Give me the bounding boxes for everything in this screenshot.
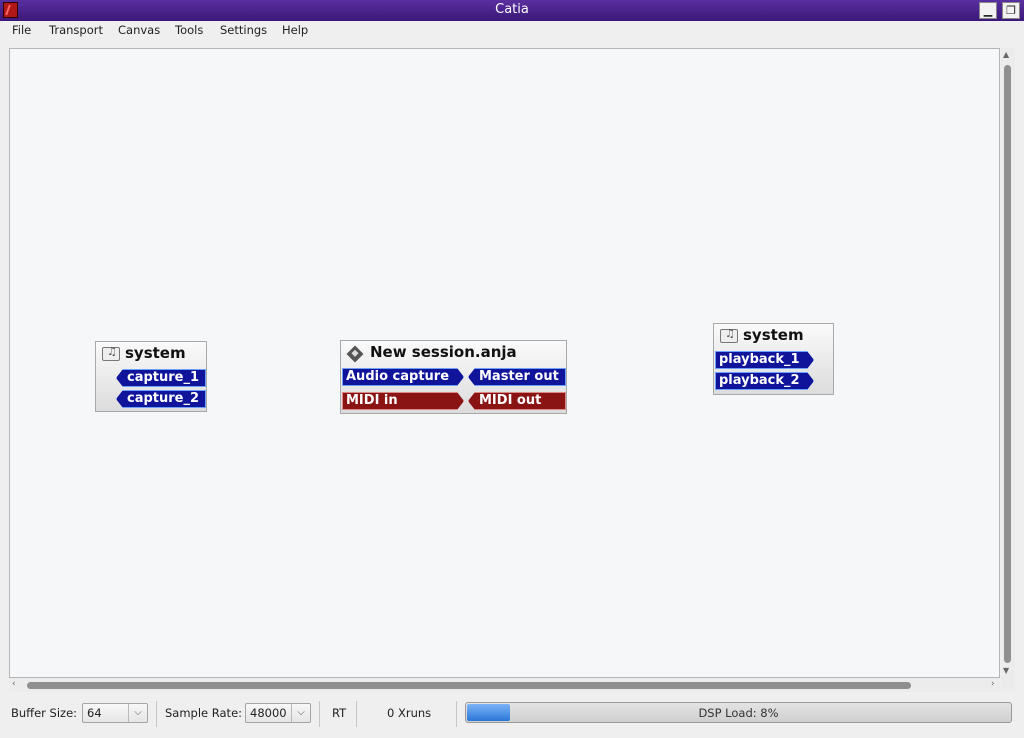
title-bar: Catia ▁ ❐	[0, 0, 1024, 21]
node-system-playback[interactable]: system playback_1 playback_2	[713, 323, 834, 395]
patchbay-canvas[interactable]: system capture_1 capture_2 New session.a…	[9, 48, 1000, 678]
session-icon	[346, 345, 364, 363]
menu-transport[interactable]: Transport	[49, 23, 103, 37]
realtime-indicator: RT	[332, 706, 347, 720]
vertical-scrollbar[interactable]: ▲ ▼	[1001, 48, 1015, 678]
maximize-button[interactable]: ❐	[1002, 2, 1020, 19]
node-system-capture[interactable]: system capture_1 capture_2	[95, 341, 207, 412]
sample-rate-select[interactable]: 48000 ⌵	[245, 703, 311, 723]
node-title: system	[125, 344, 186, 362]
chevron-down-icon[interactable]: ⌵	[291, 704, 310, 722]
node-title: system	[743, 326, 804, 344]
port-midi-out[interactable]: MIDI out	[468, 392, 566, 410]
menu-bar: File Transport Canvas Tools Settings Hel…	[0, 21, 1024, 42]
separator	[456, 701, 457, 727]
node-new-session[interactable]: New session.anja Audio capture Master ou…	[340, 340, 567, 414]
port-playback-2[interactable]: playback_2	[715, 372, 814, 390]
audio-device-icon	[720, 327, 738, 343]
menu-tools[interactable]: Tools	[175, 23, 203, 37]
scroll-corner	[1001, 678, 1015, 692]
menu-help[interactable]: Help	[282, 23, 308, 37]
buffer-size-value: 64	[87, 706, 102, 720]
window-title: Catia	[495, 2, 529, 17]
sample-rate-label: Sample Rate:	[165, 706, 243, 720]
port-playback-1[interactable]: playback_1	[715, 351, 814, 369]
buffer-size-select[interactable]: 64 ⌵	[82, 703, 148, 723]
horizontal-scrollbar[interactable]: ‹ ›	[9, 678, 1000, 692]
menu-settings[interactable]: Settings	[220, 23, 267, 37]
dsp-load-text: DSP Load: 8%	[698, 706, 779, 720]
menu-file[interactable]: File	[12, 23, 31, 37]
port-audio-capture[interactable]: Audio capture	[342, 368, 464, 386]
port-capture-1[interactable]: capture_1	[116, 369, 206, 387]
separator	[319, 701, 320, 727]
scroll-down-icon[interactable]: ▼	[1003, 666, 1009, 675]
minimize-button[interactable]: ▁	[979, 2, 997, 19]
scroll-right-icon[interactable]: ›	[991, 679, 995, 689]
node-title: New session.anja	[370, 343, 517, 361]
vertical-scroll-thumb[interactable]	[1004, 65, 1011, 663]
separator	[156, 701, 157, 727]
port-capture-2[interactable]: capture_2	[116, 390, 206, 408]
separator	[356, 701, 357, 727]
menu-canvas[interactable]: Canvas	[118, 23, 160, 37]
scroll-up-icon[interactable]: ▲	[1003, 50, 1009, 59]
scroll-left-icon[interactable]: ‹	[12, 679, 16, 689]
audio-device-icon	[102, 345, 120, 361]
port-midi-in[interactable]: MIDI in	[342, 392, 464, 410]
status-bar: Buffer Size: 64 ⌵ Sample Rate: 48000 ⌵ R…	[0, 698, 1024, 738]
xruns-counter[interactable]: 0 Xruns	[387, 706, 431, 720]
horizontal-scroll-thumb[interactable]	[27, 682, 911, 689]
port-master-out[interactable]: Master out	[468, 368, 566, 386]
buffer-size-label: Buffer Size:	[11, 706, 78, 720]
chevron-down-icon[interactable]: ⌵	[128, 704, 147, 722]
dsp-load-bar: DSP Load: 8%	[465, 702, 1012, 723]
sample-rate-value: 48000	[250, 706, 287, 720]
